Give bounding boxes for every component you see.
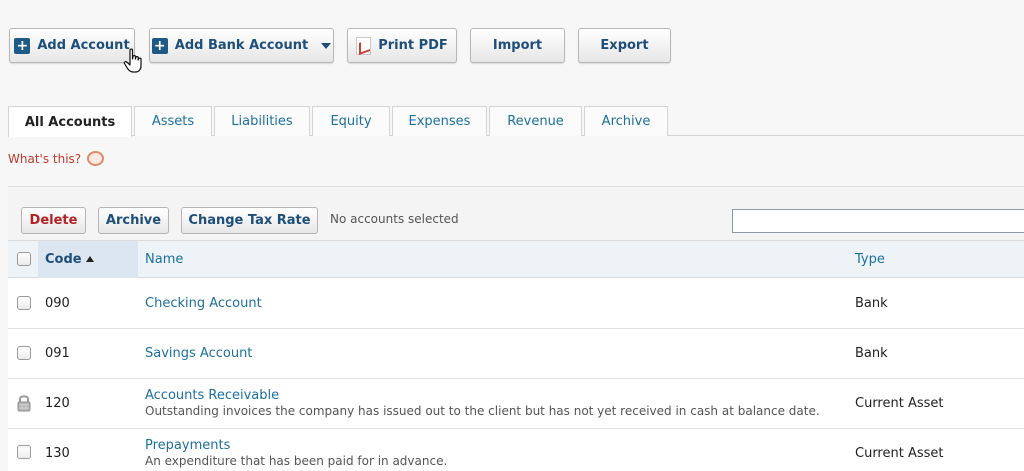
account-type: Current Asset: [855, 446, 944, 461]
hand-cursor-icon: [123, 48, 142, 73]
add-account-button[interactable]: + Add Account: [9, 28, 135, 63]
chevron-down-icon: [321, 42, 332, 49]
add-account-label: Add Account: [37, 38, 130, 53]
tab-label: Archive: [601, 114, 651, 129]
code-column-header[interactable]: Code: [45, 252, 94, 267]
table-row[interactable]: 120 Accounts Receivable Outstanding invo…: [8, 379, 1024, 429]
selection-status: No accounts selected: [330, 212, 459, 226]
table-header: Code Name Type: [8, 241, 1024, 278]
row-checkbox[interactable]: [17, 445, 31, 459]
tab-label: Revenue: [507, 114, 564, 129]
tab-label: Assets: [151, 114, 195, 129]
print-pdf-button[interactable]: Print PDF: [347, 28, 457, 63]
tab-revenue[interactable]: Revenue: [489, 106, 582, 136]
add-bank-account-button[interactable]: + Add Bank Account: [149, 28, 334, 63]
account-name-link[interactable]: Savings Account: [145, 346, 252, 361]
import-label: Import: [492, 38, 543, 53]
whats-this-link[interactable]: What's this?: [8, 151, 105, 166]
tab-assets[interactable]: Assets: [134, 106, 212, 136]
row-checkbox[interactable]: [17, 346, 31, 360]
speech-bubble-icon: [87, 151, 105, 166]
table-row[interactable]: 090 Checking Account Bank: [8, 279, 1024, 329]
account-name-link[interactable]: Checking Account: [145, 296, 262, 311]
archive-button[interactable]: Archive: [98, 207, 169, 234]
pdf-icon: [356, 36, 372, 55]
tab-all-accounts[interactable]: All Accounts: [8, 106, 132, 137]
account-type: Bank: [855, 346, 888, 361]
table-row[interactable]: 130 Prepayments An expenditure that has …: [8, 429, 1024, 471]
account-description: Outstanding invoices the company has iss…: [145, 404, 820, 418]
account-code: 120: [45, 396, 70, 411]
account-name-link[interactable]: Prepayments: [145, 438, 230, 453]
tab-label: Liabilities: [231, 114, 293, 129]
delete-button[interactable]: Delete: [21, 207, 86, 234]
account-description: An expenditure that has been paid for in…: [145, 454, 448, 468]
add-bank-account-label: Add Bank Account: [174, 38, 309, 53]
import-button[interactable]: Import: [470, 28, 565, 63]
archive-label: Archive: [105, 213, 162, 228]
tab-archive[interactable]: Archive: [584, 106, 668, 136]
type-column-header[interactable]: Type: [855, 252, 885, 267]
plus-icon: +: [14, 37, 31, 54]
whats-this-label: What's this?: [8, 151, 82, 166]
change-tax-rate-label: Change Tax Rate: [188, 213, 311, 228]
tab-liabilities[interactable]: Liabilities: [214, 106, 310, 136]
code-header-label: Code: [45, 252, 82, 267]
tab-label: Equity: [330, 114, 372, 129]
row-checkbox[interactable]: [17, 296, 31, 310]
plus-icon: +: [151, 37, 168, 54]
account-code: 090: [45, 296, 70, 311]
export-label: Export: [600, 38, 649, 53]
accounts-grid: Delete Archive Change Tax Rate No accoun…: [8, 186, 1024, 471]
search-input[interactable]: [732, 209, 1024, 233]
account-name-link[interactable]: Accounts Receivable: [145, 388, 279, 403]
tab-label: Expenses: [408, 114, 471, 129]
print-pdf-label: Print PDF: [378, 38, 448, 53]
sort-ascending-icon: [85, 256, 94, 262]
account-type: Bank: [855, 296, 888, 311]
lock-icon: [17, 395, 31, 412]
export-button[interactable]: Export: [578, 28, 671, 63]
change-tax-rate-button[interactable]: Change Tax Rate: [181, 207, 318, 234]
action-bar: Delete Archive Change Tax Rate No accoun…: [8, 187, 1024, 241]
account-code: 091: [45, 346, 70, 361]
name-column-header[interactable]: Name: [145, 252, 183, 267]
tab-equity[interactable]: Equity: [312, 106, 390, 136]
account-type: Current Asset: [855, 396, 944, 411]
table-row[interactable]: 091 Savings Account Bank: [8, 329, 1024, 379]
account-code: 130: [45, 446, 70, 461]
delete-label: Delete: [29, 213, 78, 228]
tab-expenses[interactable]: Expenses: [392, 106, 487, 136]
select-all-checkbox[interactable]: [17, 252, 31, 266]
tab-label: All Accounts: [24, 114, 116, 130]
